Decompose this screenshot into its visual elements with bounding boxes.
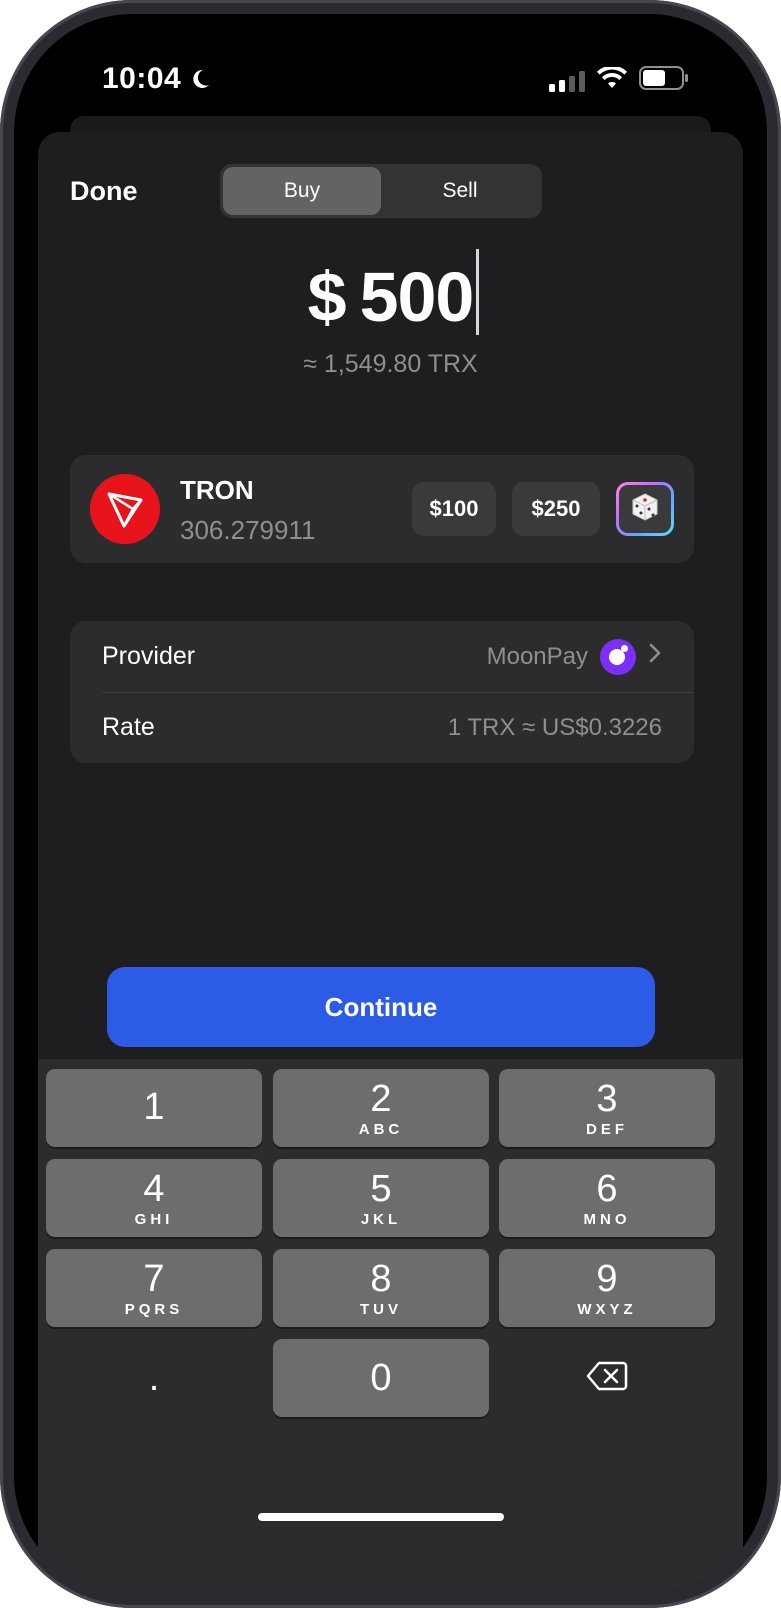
key-letters: ABC bbox=[358, 1120, 404, 1138]
asset-balance: 306.279911 bbox=[180, 515, 316, 545]
wifi-icon bbox=[597, 65, 627, 94]
buy-sheet: Done Buy Sell $ 500 ≈ 1,549.80 TRX TRON … bbox=[38, 132, 743, 1594]
clock-label: 10:04 bbox=[102, 62, 182, 95]
key-digit: 5 bbox=[370, 1167, 392, 1210]
key-letters: PQRS bbox=[124, 1300, 184, 1318]
screen: 10:04 Done Buy Sell $ 500 ≈ 1,549.80 TRX… bbox=[14, 14, 767, 1594]
key-6[interactable]: 6 MNO bbox=[499, 1159, 715, 1237]
key-3[interactable]: 3 DEF bbox=[499, 1069, 715, 1147]
key-digit: 1 bbox=[143, 1086, 165, 1128]
rate-value: 1 TRX ≈ US$0.3226 bbox=[447, 713, 662, 741]
battery-icon bbox=[639, 66, 689, 95]
moonpay-logo-icon bbox=[600, 638, 636, 675]
amount-input[interactable]: $ 500 bbox=[38, 249, 743, 337]
rate-label: Rate bbox=[102, 713, 155, 741]
provider-label: Provider bbox=[102, 642, 196, 670]
tab-buy[interactable]: Buy bbox=[223, 167, 381, 215]
key-digit: . bbox=[148, 1357, 160, 1399]
asset-name: TRON bbox=[180, 475, 254, 505]
buy-sell-segmented-control: Buy Sell bbox=[220, 164, 542, 218]
key-delete[interactable] bbox=[499, 1339, 715, 1417]
moon-icon bbox=[189, 68, 211, 90]
numeric-keypad: 1 2 ABC 3 DEF 4 GHI 5 JKL 6 MNO 7 PQRS 8 TUV 9W… bbox=[38, 1059, 743, 1594]
key-5[interactable]: 5 JKL bbox=[273, 1159, 489, 1237]
home-indicator bbox=[258, 1513, 504, 1521]
key-digit: 8 bbox=[370, 1257, 392, 1300]
cellular-signal-icon bbox=[549, 70, 585, 92]
chevron-right-icon bbox=[648, 642, 662, 671]
backspace-icon bbox=[586, 1360, 628, 1397]
key-letters: GHI bbox=[134, 1210, 174, 1228]
key-1[interactable]: 1 bbox=[46, 1069, 262, 1147]
done-button[interactable]: Done bbox=[70, 176, 138, 207]
key-digit: 4 bbox=[143, 1167, 165, 1210]
status-indicators bbox=[549, 65, 689, 95]
asset-selector[interactable]: TRON 306.279911 $100 $250 bbox=[70, 455, 694, 563]
order-details-card: Provider MoonPay Rate 1 TRX ≈ US$0.3226 bbox=[70, 621, 694, 763]
key-8[interactable]: 8 TUV bbox=[273, 1249, 489, 1327]
key-letters: DEF bbox=[586, 1120, 628, 1138]
text-cursor bbox=[476, 249, 480, 335]
key-0[interactable]: 0 bbox=[273, 1339, 489, 1417]
key-digit: 0 bbox=[370, 1357, 392, 1399]
random-amount-button[interactable] bbox=[616, 482, 674, 536]
tab-sell[interactable]: Sell bbox=[381, 167, 539, 215]
provider-value: MoonPay bbox=[486, 642, 588, 670]
continue-button[interactable]: Continue bbox=[107, 967, 655, 1047]
currency-symbol: $ bbox=[307, 258, 347, 336]
key-decimal[interactable]: . bbox=[46, 1339, 262, 1417]
status-time: 10:04 bbox=[102, 62, 211, 96]
key-letters: MNO bbox=[583, 1210, 631, 1228]
key-digit: 3 bbox=[596, 1077, 618, 1120]
key-digit: 9 bbox=[596, 1257, 618, 1300]
key-letters: JKL bbox=[360, 1210, 402, 1228]
provider-row[interactable]: Provider MoonPay bbox=[70, 621, 694, 692]
key-digit: 7 bbox=[143, 1257, 165, 1300]
phone-frame: 10:04 Done Buy Sell $ 500 ≈ 1,549.80 TRX… bbox=[0, 0, 781, 1608]
conversion-text: ≈ 1,549.80 TRX bbox=[303, 350, 478, 378]
dice-icon bbox=[629, 491, 661, 528]
quick-amount-250-button[interactable]: $250 bbox=[512, 482, 600, 536]
key-4[interactable]: 4 GHI bbox=[46, 1159, 262, 1237]
key-7[interactable]: 7 PQRS bbox=[46, 1249, 262, 1327]
amount-value: 500 bbox=[359, 258, 475, 336]
rate-row: Rate 1 TRX ≈ US$0.3226 bbox=[70, 692, 694, 763]
key-9[interactable]: 9 WXYZ bbox=[499, 1249, 715, 1327]
key-digit: 2 bbox=[370, 1077, 392, 1120]
key-2[interactable]: 2 ABC bbox=[273, 1069, 489, 1147]
key-letters: WXYZ bbox=[577, 1300, 637, 1318]
key-digit: 6 bbox=[596, 1167, 618, 1210]
quick-amount-100-button[interactable]: $100 bbox=[412, 482, 496, 536]
key-letters: TUV bbox=[360, 1300, 402, 1318]
tron-logo-icon bbox=[90, 474, 160, 544]
